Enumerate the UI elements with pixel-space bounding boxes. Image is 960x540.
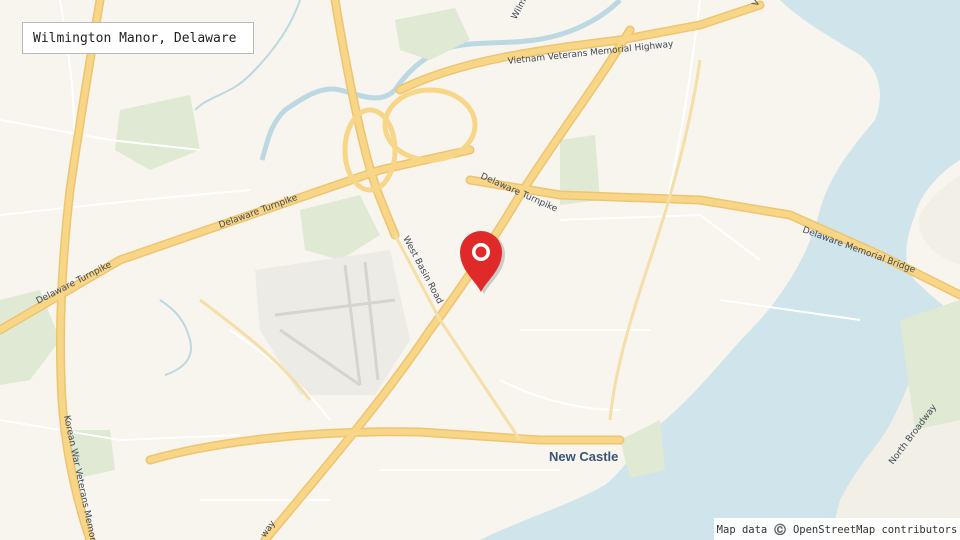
map-title: Wilmington Manor, Delaware bbox=[22, 22, 254, 54]
map-attribution[interactable]: Map data ©️ OpenStreetMap contributors bbox=[714, 518, 960, 540]
map-pin-dot bbox=[475, 246, 487, 258]
city-label-new-castle: New Castle bbox=[549, 449, 619, 464]
map-canvas[interactable]: Wilmi V Vietnam Veterans Memorial Highwa… bbox=[0, 0, 960, 540]
